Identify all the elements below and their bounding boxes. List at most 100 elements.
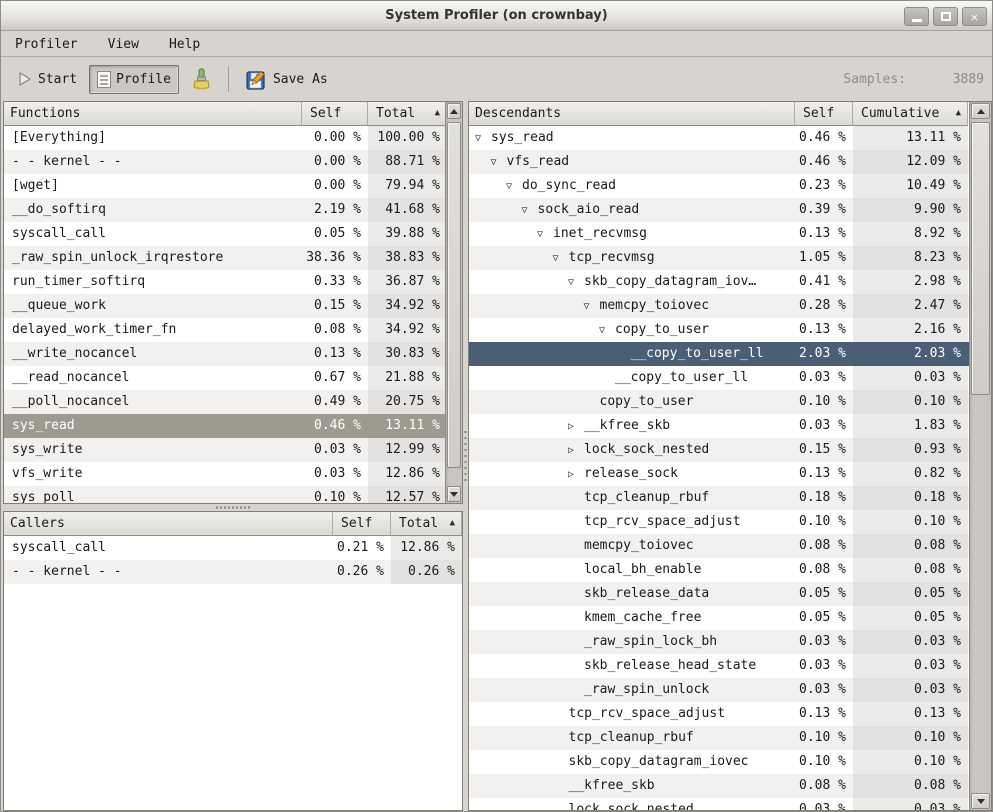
- reset-button[interactable]: [183, 62, 219, 96]
- table-row[interactable]: _raw_spin_unlock0.03 %0.03 %: [469, 678, 969, 702]
- scroll-down-button[interactable]: [447, 486, 461, 502]
- function-name-cell: ▽vfs_read: [469, 150, 795, 174]
- table-row[interactable]: local_bh_enable0.08 %0.08 %: [469, 558, 969, 582]
- descendants-self-column-header[interactable]: Self: [795, 102, 853, 126]
- titlebar[interactable]: System Profiler (on crownbay) ✕: [1, 1, 992, 31]
- scrollbar-thumb[interactable]: [971, 122, 990, 395]
- start-button[interactable]: Start: [9, 65, 85, 93]
- expander-open-icon[interactable]: ▽: [584, 295, 600, 318]
- table-row[interactable]: __do_softirq2.19 %41.68 %: [4, 198, 445, 222]
- table-row[interactable]: ▽skb_copy_datagram_iov…0.41 %2.98 %: [469, 270, 969, 294]
- table-row[interactable]: tcp_cleanup_rbuf0.18 %0.18 %: [469, 486, 969, 510]
- table-row[interactable]: ▽tcp_recvmsg1.05 %8.23 %: [469, 246, 969, 270]
- table-row[interactable]: tcp_rcv_space_adjust0.10 %0.10 %: [469, 510, 969, 534]
- table-row[interactable]: __copy_to_user_ll2.03 %2.03 %: [469, 342, 969, 366]
- expander-open-icon[interactable]: ▽: [553, 247, 569, 270]
- scroll-up-button[interactable]: [971, 103, 990, 119]
- profile-toggle-button[interactable]: Profile: [89, 65, 179, 94]
- toolbar: Start Profile: [1, 58, 992, 100]
- table-row[interactable]: syscall_call0.05 %39.88 %: [4, 222, 445, 246]
- brush-icon: [191, 68, 211, 90]
- table-row[interactable]: _raw_spin_unlock_irqrestore38.36 %38.83 …: [4, 246, 445, 270]
- table-row[interactable]: - - kernel - -0.00 %88.71 %: [4, 150, 445, 174]
- table-row[interactable]: delayed_work_timer_fn0.08 %34.92 %: [4, 318, 445, 342]
- expander-closed-icon[interactable]: ▷: [568, 463, 584, 486]
- scroll-up-button[interactable]: [447, 103, 461, 119]
- table-row[interactable]: sys_write0.03 %12.99 %: [4, 438, 445, 462]
- table-row[interactable]: skb_copy_datagram_iovec0.10 %0.10 %: [469, 750, 969, 774]
- table-row[interactable]: lock_sock_nested0.03 %0.03 %: [469, 798, 969, 810]
- function-name-cell: lock_sock_nested: [469, 798, 795, 810]
- table-row[interactable]: skb_release_data0.05 %0.05 %: [469, 582, 969, 606]
- scrollbar-thumb[interactable]: [447, 122, 461, 468]
- save-as-button[interactable]: Save As: [238, 63, 336, 96]
- function-name: __kfree_skb: [569, 778, 655, 793]
- table-row[interactable]: skb_release_head_state0.03 %0.03 %: [469, 654, 969, 678]
- expander-closed-icon[interactable]: ▷: [568, 439, 584, 462]
- descendants-cumulative-column-header[interactable]: Cumulative ▲: [853, 102, 968, 126]
- maximize-button[interactable]: [933, 7, 958, 26]
- table-row[interactable]: __queue_work0.15 %34.92 %: [4, 294, 445, 318]
- table-row[interactable]: ▽inet_recvmsg0.13 %8.92 %: [469, 222, 969, 246]
- expander-closed-icon[interactable]: ▷: [568, 415, 584, 438]
- expander-open-icon[interactable]: ▽: [537, 223, 553, 246]
- scroll-down-button[interactable]: [971, 793, 990, 809]
- save-as-icon: [246, 69, 268, 90]
- functions-self-column-header[interactable]: Self: [302, 102, 368, 126]
- table-row[interactable]: [wget]0.00 %79.94 %: [4, 174, 445, 198]
- self-value: 0.10 %: [795, 750, 853, 774]
- menu-view[interactable]: View: [106, 35, 141, 54]
- close-button[interactable]: ✕: [962, 7, 987, 26]
- callers-column-header[interactable]: Callers: [4, 512, 333, 536]
- table-row[interactable]: sys_read0.46 %13.11 %: [4, 414, 445, 438]
- expander-open-icon[interactable]: ▽: [475, 127, 491, 150]
- table-row[interactable]: vfs_write0.03 %12.86 %: [4, 462, 445, 486]
- callers-self-column-header[interactable]: Self: [333, 512, 391, 536]
- table-row[interactable]: __kfree_skb0.08 %0.08 %: [469, 774, 969, 798]
- table-row[interactable]: __read_nocancel0.67 %21.88 %: [4, 366, 445, 390]
- functions-column-header[interactable]: Functions: [4, 102, 302, 126]
- table-row[interactable]: tcp_rcv_space_adjust0.13 %0.13 %: [469, 702, 969, 726]
- table-row[interactable]: __poll_nocancel0.49 %20.75 %: [4, 390, 445, 414]
- expander-open-icon[interactable]: ▽: [599, 319, 615, 342]
- table-row[interactable]: tcp_cleanup_rbuf0.10 %0.10 %: [469, 726, 969, 750]
- table-row[interactable]: copy_to_user0.10 %0.10 %: [469, 390, 969, 414]
- expander-open-icon[interactable]: ▽: [491, 151, 507, 174]
- table-row[interactable]: _raw_spin_lock_bh0.03 %0.03 %: [469, 630, 969, 654]
- total-value: 12.99 %: [368, 438, 445, 462]
- expander-open-icon[interactable]: ▽: [568, 271, 584, 294]
- table-row[interactable]: ▽sock_aio_read0.39 %9.90 %: [469, 198, 969, 222]
- expander-open-icon[interactable]: ▽: [506, 175, 522, 198]
- table-row[interactable]: run_timer_softirq0.33 %36.87 %: [4, 270, 445, 294]
- table-row[interactable]: - - kernel - -0.26 %0.26 %: [4, 560, 462, 584]
- descendants-column-header[interactable]: Descendants: [469, 102, 795, 126]
- menu-profiler[interactable]: Profiler: [13, 35, 80, 54]
- table-row[interactable]: ▽vfs_read0.46 %12.09 %: [469, 150, 969, 174]
- table-row[interactable]: __write_nocancel0.13 %30.83 %: [4, 342, 445, 366]
- table-row[interactable]: ▽copy_to_user0.13 %2.16 %: [469, 318, 969, 342]
- table-row[interactable]: ▷release_sock0.13 %0.82 %: [469, 462, 969, 486]
- table-row[interactable]: syscall_call0.21 %12.86 %: [4, 536, 462, 560]
- horizontal-splitter[interactable]: [3, 504, 463, 511]
- callers-total-column-header[interactable]: Total ▲: [391, 512, 462, 536]
- function-name: _raw_spin_unlock: [584, 682, 709, 697]
- cumulative-value: 2.47 %: [853, 294, 968, 318]
- function-name-cell: __copy_to_user_ll: [469, 342, 795, 366]
- table-row[interactable]: kmem_cache_free0.05 %0.05 %: [469, 606, 969, 630]
- table-row[interactable]: ▷__kfree_skb0.03 %1.83 %: [469, 414, 969, 438]
- total-value: 20.75 %: [368, 390, 445, 414]
- table-row[interactable]: ▽sys_read0.46 %13.11 %: [469, 126, 969, 150]
- table-row[interactable]: sys_poll0.10 %12.57 %: [4, 486, 445, 503]
- expander-open-icon[interactable]: ▽: [522, 199, 538, 222]
- table-row[interactable]: __copy_to_user_ll0.03 %0.03 %: [469, 366, 969, 390]
- descendants-scrollbar[interactable]: [969, 102, 991, 810]
- functions-scrollbar[interactable]: [445, 102, 462, 503]
- minimize-button[interactable]: [904, 7, 929, 26]
- functions-total-column-header[interactable]: Total ▲: [368, 102, 445, 126]
- menu-help[interactable]: Help: [167, 35, 202, 54]
- table-row[interactable]: ▽do_sync_read0.23 %10.49 %: [469, 174, 969, 198]
- table-row[interactable]: memcpy_toiovec0.08 %0.08 %: [469, 534, 969, 558]
- table-row[interactable]: ▽memcpy_toiovec0.28 %2.47 %: [469, 294, 969, 318]
- table-row[interactable]: ▷lock_sock_nested0.15 %0.93 %: [469, 438, 969, 462]
- table-row[interactable]: [Everything]0.00 %100.00 %: [4, 126, 445, 150]
